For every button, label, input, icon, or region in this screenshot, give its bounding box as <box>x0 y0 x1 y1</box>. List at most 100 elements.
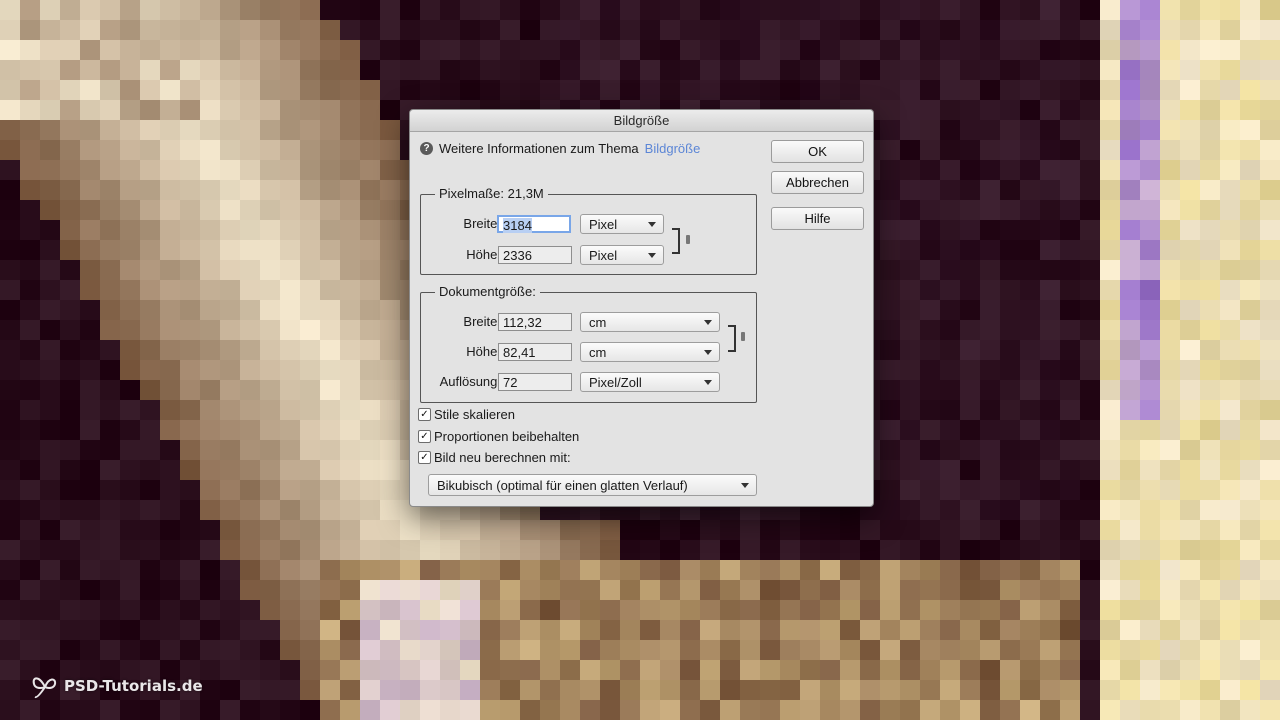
photo-pixel <box>760 680 780 700</box>
photo-pixel <box>1140 60 1160 80</box>
photo-pixel <box>140 220 160 240</box>
photo-pixel <box>1180 140 1200 160</box>
photo-pixel <box>220 20 240 40</box>
pixel-width-input[interactable]: 3184 <box>497 215 571 233</box>
checkbox-checked-icon[interactable]: ✓ <box>418 451 431 464</box>
photo-pixel <box>440 640 460 660</box>
photo-pixel <box>1040 80 1060 100</box>
photo-pixel <box>280 240 300 260</box>
doc-width-unit-select[interactable]: cm <box>580 312 720 332</box>
constrain-proportions-checkbox[interactable]: ✓ Proportionen beibehalten <box>418 429 579 444</box>
photo-pixel <box>720 580 740 600</box>
photo-pixel <box>160 300 180 320</box>
photo-pixel <box>120 340 140 360</box>
photo-pixel <box>940 660 960 680</box>
photo-pixel <box>1020 0 1040 20</box>
photo-pixel <box>1100 660 1120 680</box>
photo-pixel <box>1160 340 1180 360</box>
photo-pixel <box>1140 680 1160 700</box>
photo-pixel <box>1040 100 1060 120</box>
photo-pixel <box>900 240 920 260</box>
checkbox-checked-icon[interactable]: ✓ <box>418 430 431 443</box>
photo-pixel <box>400 540 420 560</box>
photo-pixel <box>240 300 260 320</box>
doc-height-unit-select[interactable]: cm <box>580 342 720 362</box>
photo-pixel <box>660 620 680 640</box>
cancel-button[interactable]: Abbrechen <box>771 171 864 194</box>
photo-pixel <box>1060 520 1080 540</box>
scale-styles-checkbox[interactable]: ✓ Stile skalieren <box>418 407 515 422</box>
photo-pixel <box>1120 480 1140 500</box>
photo-pixel <box>0 640 20 660</box>
resolution-input[interactable]: 72 <box>498 373 572 391</box>
photo-pixel <box>1140 500 1160 520</box>
photo-pixel <box>340 220 360 240</box>
photo-pixel <box>1060 700 1080 720</box>
photo-pixel <box>40 20 60 40</box>
photo-pixel <box>1200 680 1220 700</box>
photo-pixel <box>460 680 480 700</box>
photo-pixel <box>1060 40 1080 60</box>
photo-pixel <box>1060 160 1080 180</box>
photo-pixel <box>360 160 380 180</box>
photo-pixel <box>1100 260 1120 280</box>
photo-pixel <box>220 340 240 360</box>
photo-pixel <box>1140 420 1160 440</box>
resample-checkbox[interactable]: ✓ Bild neu berechnen mit: <box>418 450 571 465</box>
photo-pixel <box>340 700 360 720</box>
photo-pixel <box>1160 360 1180 380</box>
photo-pixel <box>960 60 980 80</box>
photo-pixel <box>60 0 80 20</box>
resolution-unit-select[interactable]: Pixel/Zoll <box>580 372 720 392</box>
help-button[interactable]: Hilfe <box>771 207 864 230</box>
pixel-height-input[interactable]: 2336 <box>498 246 572 264</box>
question-icon[interactable]: ? <box>420 142 433 155</box>
photo-pixel <box>280 300 300 320</box>
photo-pixel <box>320 140 340 160</box>
photo-pixel <box>380 380 400 400</box>
pixel-height-unit-select[interactable]: Pixel <box>580 245 664 265</box>
photo-pixel <box>940 640 960 660</box>
photo-pixel <box>40 160 60 180</box>
checkbox-checked-icon[interactable]: ✓ <box>418 408 431 421</box>
photo-pixel <box>620 0 640 20</box>
resample-method-select[interactable]: Bikubisch (optimal für einen glatten Ver… <box>428 474 757 496</box>
photo-pixel <box>260 700 280 720</box>
photo-pixel <box>560 540 580 560</box>
photo-pixel <box>380 0 400 20</box>
info-link[interactable]: Bildgröße <box>645 141 701 156</box>
photo-pixel <box>80 120 100 140</box>
photo-pixel <box>640 620 660 640</box>
photo-pixel <box>280 200 300 220</box>
photo-pixel <box>1120 360 1140 380</box>
photo-pixel <box>1040 320 1060 340</box>
photo-pixel <box>1260 40 1280 60</box>
doc-width-input[interactable]: 112,32 <box>498 313 572 331</box>
photo-pixel <box>100 200 120 220</box>
doc-height-input[interactable]: 82,41 <box>498 343 572 361</box>
photo-pixel <box>200 500 220 520</box>
photo-pixel <box>60 320 80 340</box>
photo-pixel <box>1160 40 1180 60</box>
photo-pixel <box>360 220 380 240</box>
photo-pixel <box>340 20 360 40</box>
photo-pixel <box>280 540 300 560</box>
photo-pixel <box>80 100 100 120</box>
photo-pixel <box>0 580 20 600</box>
photo-pixel <box>680 520 700 540</box>
photo-pixel <box>900 100 920 120</box>
photo-pixel <box>1220 460 1240 480</box>
photo-pixel <box>380 460 400 480</box>
photo-pixel <box>1240 440 1260 460</box>
photo-pixel <box>380 80 400 100</box>
photo-pixel <box>860 580 880 600</box>
photo-pixel <box>40 580 60 600</box>
ok-button[interactable]: OK <box>771 140 864 163</box>
photo-pixel <box>1180 680 1200 700</box>
photo-pixel <box>680 560 700 580</box>
photo-pixel <box>140 0 160 20</box>
photo-pixel <box>260 600 280 620</box>
photo-pixel <box>1240 400 1260 420</box>
pixel-width-unit-select[interactable]: Pixel <box>580 214 664 234</box>
photo-pixel <box>100 440 120 460</box>
